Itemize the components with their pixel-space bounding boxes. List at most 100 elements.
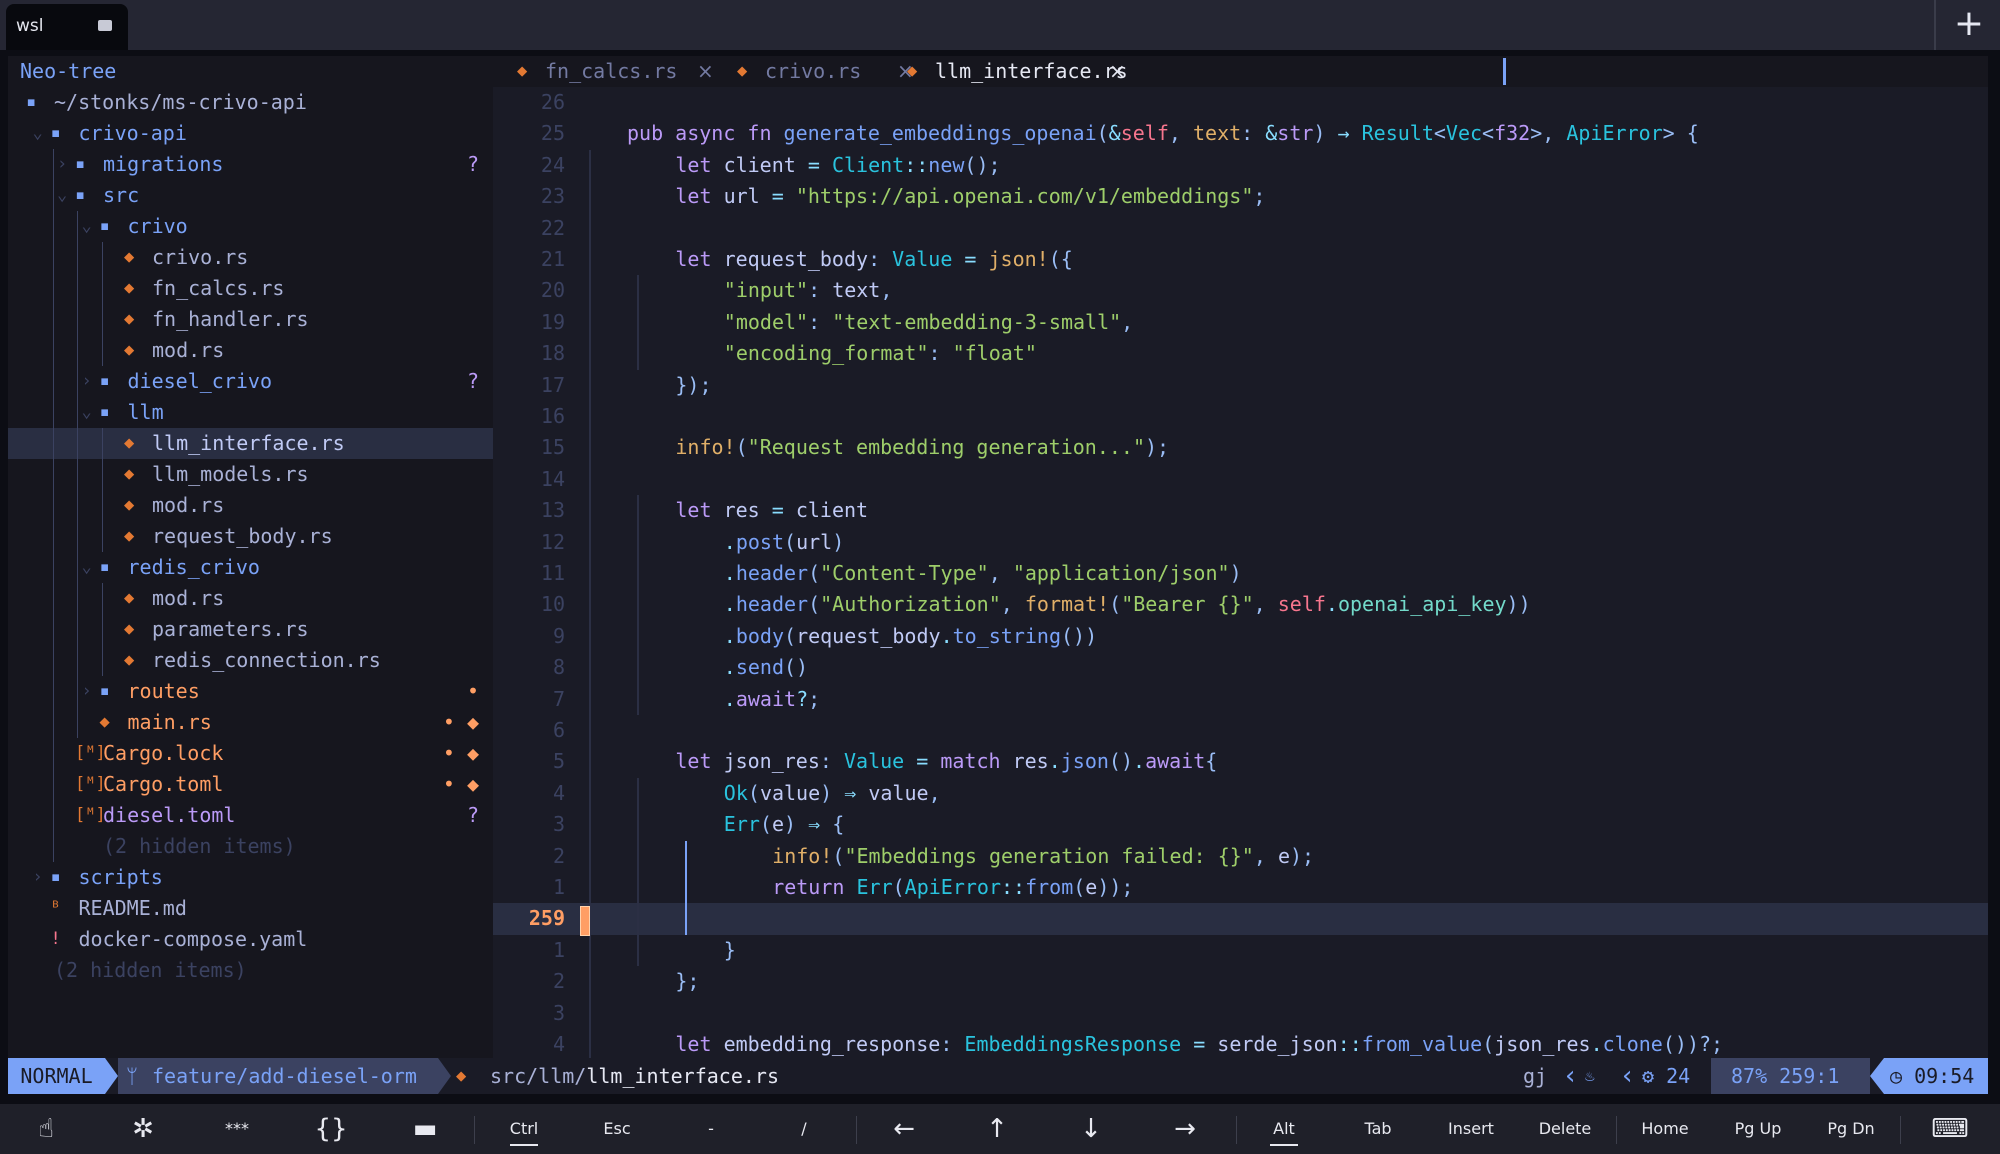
- arrow-left-icon[interactable]: ←: [860, 1104, 948, 1154]
- code-line: 2};: [493, 966, 1988, 997]
- tree-row[interactable]: ◆ llm_models.rs: [8, 459, 493, 490]
- indent-guide: [52, 242, 54, 273]
- code-text: pub async fn generate_embeddings_openai(…: [627, 118, 1699, 149]
- file-explorer[interactable]: Neo-tree ▪ ~/stonks/ms-crivo-api ⌄ ▪ crivo-a…: [8, 56, 493, 1058]
- tree-row[interactable]: › ▪ diesel_crivo?: [8, 366, 493, 397]
- code-token: ()): [1060, 623, 1098, 648]
- key-home[interactable]: Home: [1621, 1104, 1709, 1154]
- folder-icon: ▪: [26, 92, 37, 112]
- mode-separator: [105, 1058, 118, 1094]
- key-pgup[interactable]: Pg Up: [1714, 1104, 1802, 1154]
- tree-row[interactable]: [ᴹ] diesel.toml?: [8, 800, 493, 831]
- clock-separator: [1870, 1058, 1884, 1094]
- tree-row[interactable]: ◆ mod.rs: [8, 335, 493, 366]
- tree-row[interactable]: [ᴹ] Cargo.toml • ◆: [8, 769, 493, 800]
- key-esc[interactable]: Esc: [573, 1104, 661, 1154]
- line-number: 19: [540, 309, 565, 334]
- key-dash[interactable]: -: [667, 1104, 755, 1154]
- tree-row[interactable]: ⌄ ▪ crivo-api: [8, 118, 493, 149]
- keyboard-icon[interactable]: ⌨: [1906, 1104, 1994, 1154]
- tree-row[interactable]: ◆ llm_interface.rs: [8, 428, 493, 459]
- tree-row[interactable]: ◆ mod.rs: [8, 583, 493, 614]
- code-line: 18 "encoding_format": "float": [493, 338, 1988, 369]
- code-line: 16: [493, 401, 1988, 432]
- indent-guide: [101, 583, 103, 614]
- password-icon[interactable]: ***: [193, 1104, 281, 1154]
- code-token: url: [723, 184, 772, 209]
- tree-item-label: diesel.toml: [103, 803, 236, 827]
- tree-row[interactable]: ◆ fn_calcs.rs: [8, 273, 493, 304]
- code-text: .await?;: [724, 684, 820, 715]
- tree-row[interactable]: ⌄ ▪ redis_crivo: [8, 552, 493, 583]
- terminal-tab-wsl[interactable]: wsl: [6, 4, 128, 50]
- code-editor[interactable]: 26 25 pub async fn generate_embeddings_ope…: [493, 87, 1988, 1058]
- indent-guide: [52, 149, 54, 180]
- file-icon: [ᴹ]: [75, 805, 106, 825]
- sparkle-icon[interactable]: ✲: [99, 1104, 187, 1154]
- file-icon: [ᴹ]: [75, 774, 106, 794]
- code-token: =: [771, 498, 796, 523]
- tree-row[interactable]: › ▪ migrations?: [8, 149, 493, 180]
- key-active-underline: [510, 1144, 538, 1146]
- rust-file-icon: ◆: [907, 61, 918, 81]
- code-token: let: [675, 498, 724, 523]
- cursor-position: 87% 259:1: [1731, 1064, 1840, 1088]
- code-token: (: [759, 812, 772, 837]
- code-token: Err: [856, 875, 893, 899]
- tree-row[interactable]: › ▪ routes •: [8, 676, 493, 707]
- tree-row[interactable]: › ▪ scripts: [8, 862, 493, 893]
- touch-icon[interactable]: ☝: [2, 1104, 90, 1154]
- code-token: url: [796, 529, 833, 554]
- arrow-up-icon[interactable]: ↑: [953, 1104, 1041, 1154]
- key-ctrl[interactable]: Ctrl: [480, 1104, 568, 1154]
- git-status: ?: [466, 803, 479, 827]
- code-token: json!: [988, 247, 1049, 271]
- key-slash[interactable]: /: [760, 1104, 848, 1154]
- code-token: text: [1192, 121, 1242, 146]
- tree-row[interactable]: ◆ crivo.rs: [8, 242, 493, 273]
- arrow-right-icon[interactable]: →: [1141, 1104, 1229, 1154]
- indent-guide: [52, 707, 54, 738]
- folder-icon[interactable]: ▬: [381, 1104, 469, 1154]
- tree-row[interactable]: [ᴹ] Cargo.lock • ◆: [8, 738, 493, 769]
- new-tab-button[interactable]: +: [1934, 0, 2000, 50]
- key-delete[interactable]: Delete: [1521, 1104, 1609, 1154]
- key-tab[interactable]: Tab: [1334, 1104, 1422, 1154]
- key-pgdn[interactable]: Pg Dn: [1807, 1104, 1895, 1154]
- tree-row[interactable]: ◆ fn_handler.rs: [8, 304, 493, 335]
- branch-separator: [438, 1058, 451, 1094]
- code-text: Ok(value) ⇒ value,: [724, 778, 941, 809]
- code-token: ): [1313, 121, 1338, 146]
- close-icon[interactable]: ×: [1109, 56, 1126, 87]
- tree-row[interactable]: ⌄ ▪ crivo: [8, 211, 493, 242]
- tree-row[interactable]: ◆ redis_connection.rs: [8, 645, 493, 676]
- file-icon: ◆: [124, 464, 135, 484]
- code-token: post: [735, 529, 785, 554]
- indent-guide: [77, 459, 78, 490]
- code-token: ,: [928, 780, 941, 805]
- key-insert[interactable]: Insert: [1427, 1104, 1515, 1154]
- tree-row[interactable]: ! docker-compose.yaml: [8, 924, 493, 955]
- arrow-down-icon[interactable]: ↓: [1047, 1104, 1135, 1154]
- indent-guide: [52, 676, 54, 707]
- code-token: Value: [892, 247, 965, 271]
- braces-icon[interactable]: {}: [287, 1104, 375, 1154]
- file-icon: [ᴹ]: [75, 743, 106, 763]
- tree-row[interactable]: (2 hidden items): [8, 831, 493, 862]
- tree-row[interactable]: ◆ request_body.rs: [8, 521, 493, 552]
- close-icon[interactable]: ×: [697, 56, 714, 87]
- tree-row[interactable]: ◆ parameters.rs: [8, 614, 493, 645]
- tree-row[interactable]: ⌄ ▪ llm: [8, 397, 493, 428]
- tree-row[interactable]: ⌄ ▪ src: [8, 180, 493, 211]
- tree-row[interactable]: ᴮ README.md: [8, 893, 493, 924]
- tree-row[interactable]: ▪ ~/stonks/ms-crivo-api: [8, 87, 493, 118]
- code-text: let url = "https://api.openai.com/v1/emb…: [675, 181, 1265, 212]
- tree-row[interactable]: ◆ mod.rs: [8, 490, 493, 521]
- chevron-icon: ⌄: [81, 216, 92, 236]
- key-alt[interactable]: Alt: [1240, 1104, 1328, 1154]
- code-token: (: [1096, 121, 1109, 146]
- tree-row[interactable]: (2 hidden items): [8, 955, 493, 986]
- code-line: 7 .await?;: [493, 684, 1988, 715]
- code-text: let request_body: Value = json!({: [675, 244, 1072, 275]
- tree-row[interactable]: ◆ main.rs • ◆: [8, 707, 493, 738]
